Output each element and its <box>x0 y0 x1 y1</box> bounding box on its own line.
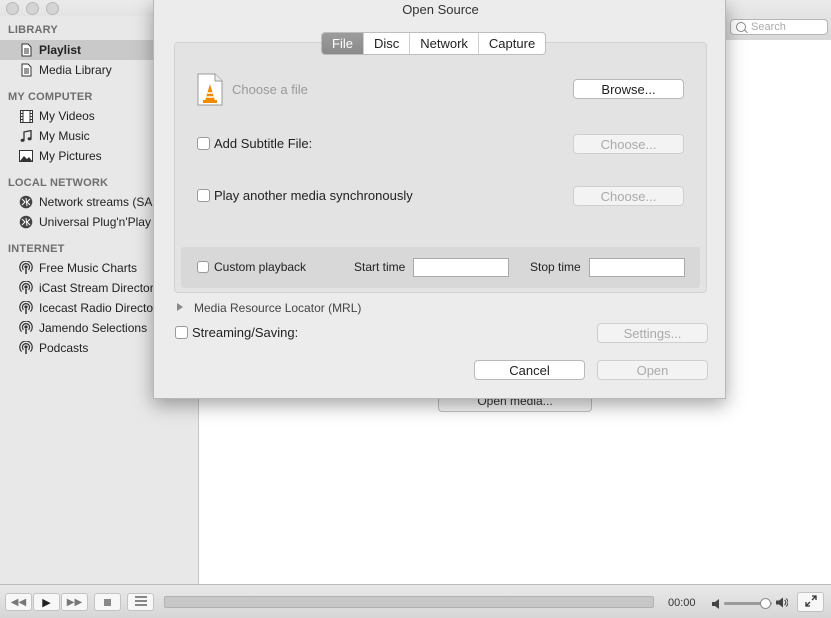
streaming-checkbox[interactable] <box>175 326 188 339</box>
browse-button[interactable]: Browse... <box>573 79 684 99</box>
tab-network[interactable]: Network <box>409 33 478 54</box>
disclosure-triangle-icon[interactable] <box>177 303 183 311</box>
sidebar-item-label: My Pictures <box>39 149 102 163</box>
stop-button[interactable] <box>94 593 121 611</box>
volume-max-icon[interactable] <box>776 596 789 611</box>
previous-button[interactable]: ◀◀ <box>5 593 32 611</box>
podcast-icon <box>19 321 33 335</box>
sidebar-item-label: My Videos <box>39 109 95 123</box>
subtitle-choose-button[interactable]: Choose... <box>573 134 684 154</box>
play-button[interactable]: ▶ <box>33 593 60 611</box>
sidebar-item-label: Icecast Radio Directory <box>39 301 164 315</box>
open-button[interactable]: Open <box>597 360 708 380</box>
fast-forward-icon: ▶▶ <box>66 596 83 608</box>
play-icon: ▶ <box>42 596 51 609</box>
playlist-icon <box>19 43 33 57</box>
add-subtitle-checkbox[interactable] <box>197 137 210 150</box>
fullscreen-icon <box>804 594 817 610</box>
dialog-title: Open Source <box>402 2 479 17</box>
sidebar-item-label: Playlist <box>39 43 82 57</box>
add-subtitle-label: Add Subtitle File: <box>214 136 313 151</box>
source-tabs: File Disc Network Capture <box>321 32 547 55</box>
choose-file-label: Choose a file <box>232 82 308 97</box>
section-header-library: LIBRARY <box>8 24 58 36</box>
film-icon <box>19 109 33 123</box>
network-icon <box>19 195 33 209</box>
podcast-icon <box>19 301 33 315</box>
stop-icon <box>104 598 111 606</box>
sidebar-item-label: Media Library <box>39 63 112 77</box>
section-header-local-network: LOCAL NETWORK <box>8 177 109 189</box>
section-header-my-computer: MY COMPUTER <box>8 91 93 103</box>
volume-mute-icon[interactable] <box>712 597 721 612</box>
media-library-icon <box>19 63 33 77</box>
stop-time-field[interactable] <box>589 258 685 277</box>
cancel-button[interactable]: Cancel <box>474 360 585 380</box>
stop-time-label: Stop time <box>530 260 581 274</box>
streaming-label: Streaming/Saving: <box>192 325 299 340</box>
music-note-icon <box>19 129 33 143</box>
mrl-label[interactable]: Media Resource Locator (MRL) <box>194 301 361 315</box>
search-placeholder: Search <box>751 21 786 33</box>
zoom-window-button[interactable] <box>46 2 59 15</box>
start-time-label: Start time <box>354 260 406 274</box>
volume-knob[interactable] <box>759 598 771 609</box>
tab-file[interactable]: File <box>322 33 363 54</box>
seek-bar[interactable] <box>164 596 654 608</box>
play-sync-label: Play another media synchronously <box>214 188 413 203</box>
streaming-settings-button[interactable]: Settings... <box>597 323 708 343</box>
list-icon <box>134 595 147 609</box>
control-bar: ◀◀ ▶ ▶▶ 00:00 <box>0 584 831 618</box>
minimize-window-button[interactable] <box>26 2 39 15</box>
sidebar-item-label: iCast Stream Directory <box>39 281 160 295</box>
time-display: 00:00 <box>668 597 696 609</box>
search-icon <box>736 22 746 32</box>
playlist-toggle-button[interactable] <box>127 593 154 611</box>
close-window-button[interactable] <box>6 2 19 15</box>
podcast-icon <box>19 261 33 275</box>
rewind-icon: ◀◀ <box>10 596 27 608</box>
custom-playback-checkbox[interactable] <box>197 261 209 273</box>
sync-choose-button[interactable]: Choose... <box>573 186 684 206</box>
sidebar-item-label: Free Music Charts <box>39 261 138 275</box>
custom-playback-label: Custom playback <box>214 260 307 274</box>
tab-capture[interactable]: Capture <box>477 33 545 54</box>
podcast-icon <box>19 341 33 355</box>
picture-icon <box>19 149 33 163</box>
play-sync-checkbox[interactable] <box>197 189 210 202</box>
tab-disc[interactable]: Disc <box>362 33 409 54</box>
sidebar-item-label: Network streams (SAP) <box>39 195 165 209</box>
fullscreen-button[interactable] <box>797 592 824 612</box>
sidebar-item-label: Podcasts <box>39 341 89 355</box>
next-button[interactable]: ▶▶ <box>61 593 88 611</box>
section-header-internet: INTERNET <box>8 243 65 255</box>
vlc-file-icon <box>197 73 223 109</box>
podcast-icon <box>19 281 33 295</box>
sidebar-item-label: Universal Plug'n'Play <box>39 215 151 229</box>
open-source-dialog: Open Source File Disc Network Capture Ch… <box>153 0 726 399</box>
network-icon <box>19 215 33 229</box>
sidebar-item-label: My Music <box>39 129 90 143</box>
sidebar-item-label: Jamendo Selections <box>39 321 148 335</box>
search-input[interactable]: Search <box>730 19 828 35</box>
start-time-field[interactable] <box>413 258 509 277</box>
